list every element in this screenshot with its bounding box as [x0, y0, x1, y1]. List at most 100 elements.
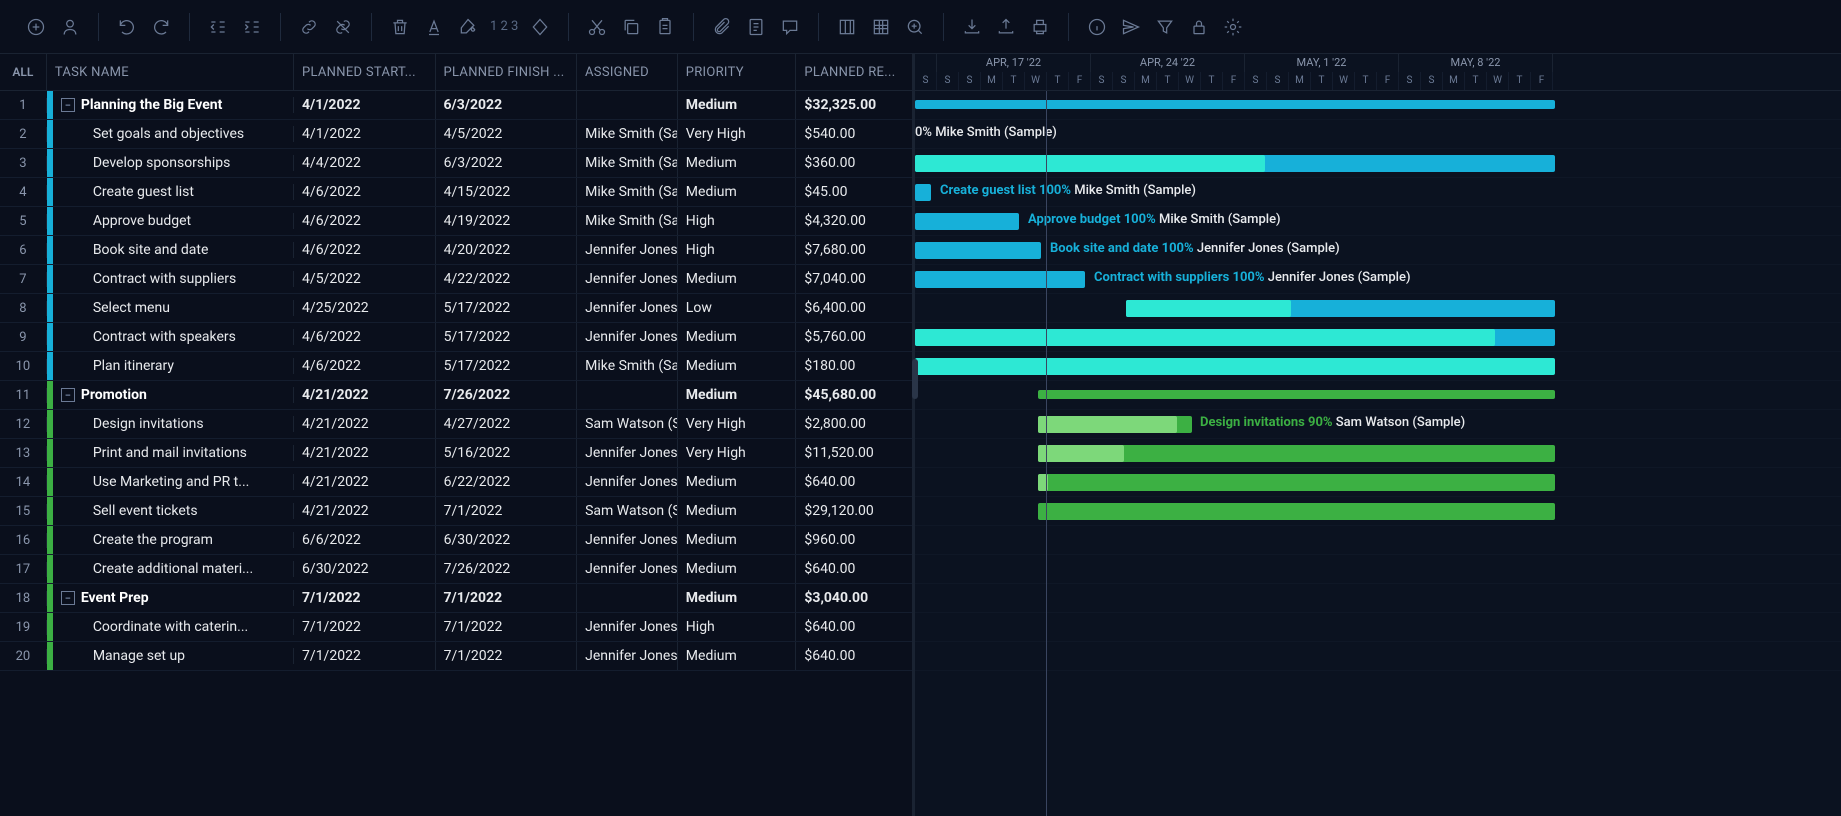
table-row[interactable]: 2Set goals and objectives4/1/20224/5/202…: [0, 120, 912, 149]
gantt-row[interactable]: 0% Mike Smith (Sample): [915, 120, 1841, 149]
table-row[interactable]: 9Contract with speakers4/6/20225/17/2022…: [0, 323, 912, 352]
timeline-week[interactable]: MAY, 8 '22: [1399, 54, 1553, 72]
cell-re[interactable]: $5,760.00: [796, 323, 912, 351]
cell-as[interactable]: [577, 91, 678, 119]
redo-icon[interactable]: [145, 11, 177, 43]
gantt-row[interactable]: Book site and date 100% Jennifer Jones (…: [915, 236, 1841, 265]
info-icon[interactable]: [1081, 11, 1113, 43]
task-name-cell[interactable]: Set goals and objectives: [53, 126, 294, 142]
gantt-row[interactable]: [915, 584, 1841, 613]
table-row[interactable]: 14Use Marketing and PR t...4/21/20226/22…: [0, 468, 912, 497]
cell-pf[interactable]: 5/16/2022: [436, 439, 578, 467]
table-row[interactable]: 4Create guest list4/6/20224/15/2022Mike …: [0, 178, 912, 207]
gantt-row[interactable]: [915, 381, 1841, 410]
cell-ps[interactable]: 7/1/2022: [294, 584, 436, 612]
cell-as[interactable]: Jennifer Jones: [577, 555, 678, 583]
task-name-cell[interactable]: Contract with suppliers: [53, 271, 294, 287]
cell-pr[interactable]: Low: [678, 294, 797, 322]
gantt-row[interactable]: [915, 149, 1841, 178]
outdent-icon[interactable]: [202, 11, 234, 43]
task-name-cell[interactable]: Book site and date: [53, 242, 294, 258]
cell-re[interactable]: $7,680.00: [796, 236, 912, 264]
cell-pf[interactable]: 5/17/2022: [436, 323, 578, 351]
task-name-cell[interactable]: Create additional materi...: [53, 561, 294, 577]
table-row[interactable]: 12Design invitations4/21/20224/27/2022Sa…: [0, 410, 912, 439]
cell-pf[interactable]: 4/19/2022: [436, 207, 578, 235]
gantt-row[interactable]: [915, 439, 1841, 468]
comment-icon[interactable]: [774, 11, 806, 43]
table-row[interactable]: 8Select menu4/25/20225/17/2022Jennifer J…: [0, 294, 912, 323]
unlink-icon[interactable]: [327, 11, 359, 43]
number-format-label[interactable]: 1 2 3: [490, 19, 518, 34]
cell-re[interactable]: $7,040.00: [796, 265, 912, 293]
cell-re[interactable]: $3,040.00: [796, 584, 912, 612]
gantt-bar[interactable]: [915, 271, 1085, 288]
cell-pr[interactable]: Medium: [678, 91, 797, 119]
column-task-name[interactable]: TASK NAME: [47, 54, 294, 90]
column-all[interactable]: ALL: [0, 54, 47, 90]
columns-icon[interactable]: [831, 11, 863, 43]
gantt-row[interactable]: [915, 352, 1841, 381]
cell-pf[interactable]: 4/20/2022: [436, 236, 578, 264]
cell-as[interactable]: Jennifer Jones: [577, 236, 678, 264]
cell-ps[interactable]: 4/1/2022: [294, 120, 436, 148]
cell-ps[interactable]: 4/21/2022: [294, 497, 436, 525]
cell-re[interactable]: $29,120.00: [796, 497, 912, 525]
cell-re[interactable]: $640.00: [796, 555, 912, 583]
task-name-cell[interactable]: Sell event tickets: [53, 503, 294, 519]
cell-as[interactable]: [577, 584, 678, 612]
cell-pf[interactable]: 6/22/2022: [436, 468, 578, 496]
cell-pr[interactable]: Medium: [678, 642, 797, 670]
gantt-row[interactable]: [915, 613, 1841, 642]
cell-pf[interactable]: 4/27/2022: [436, 410, 578, 438]
cell-pf[interactable]: 5/17/2022: [436, 294, 578, 322]
cell-pr[interactable]: Medium: [678, 381, 797, 409]
diamond-icon[interactable]: [524, 11, 556, 43]
cell-as[interactable]: Jennifer Jones: [577, 294, 678, 322]
gantt-row[interactable]: [915, 526, 1841, 555]
cell-pf[interactable]: 5/17/2022: [436, 352, 578, 380]
cell-pf[interactable]: 4/15/2022: [436, 178, 578, 206]
cell-pr[interactable]: Very High: [678, 120, 797, 148]
cell-re[interactable]: $6,400.00: [796, 294, 912, 322]
upload-icon[interactable]: [990, 11, 1022, 43]
cell-ps[interactable]: 4/6/2022: [294, 207, 436, 235]
table-row[interactable]: 10Plan itinerary4/6/20225/17/2022Mike Sm…: [0, 352, 912, 381]
cell-pr[interactable]: Medium: [678, 149, 797, 177]
cell-re[interactable]: $640.00: [796, 468, 912, 496]
indent-icon[interactable]: [236, 11, 268, 43]
task-name-cell[interactable]: Create guest list: [53, 184, 294, 200]
cell-pr[interactable]: High: [678, 236, 797, 264]
gantt-row[interactable]: Design invitations 90% Sam Watson (Sampl…: [915, 410, 1841, 439]
cell-as[interactable]: Mike Smith (Sa: [577, 149, 678, 177]
grid-icon[interactable]: [865, 11, 897, 43]
cell-as[interactable]: Mike Smith (Sa: [577, 352, 678, 380]
cell-pr[interactable]: Medium: [678, 584, 797, 612]
cell-as[interactable]: Jennifer Jones: [577, 265, 678, 293]
gantt-row[interactable]: [915, 642, 1841, 671]
cell-as[interactable]: Jennifer Jones: [577, 323, 678, 351]
table-row[interactable]: 3Develop sponsorships4/4/20226/3/2022Mik…: [0, 149, 912, 178]
undo-icon[interactable]: [111, 11, 143, 43]
gantt-row[interactable]: [915, 555, 1841, 584]
table-row[interactable]: 6Book site and date4/6/20224/20/2022Jenn…: [0, 236, 912, 265]
task-name-cell[interactable]: Select menu: [53, 300, 294, 316]
cell-pf[interactable]: 7/26/2022: [436, 381, 578, 409]
cell-as[interactable]: Jennifer Jones: [577, 613, 678, 641]
cell-as[interactable]: Jennifer Jones: [577, 439, 678, 467]
cell-as[interactable]: Jennifer Jones: [577, 642, 678, 670]
cell-re[interactable]: $640.00: [796, 642, 912, 670]
gantt-bar[interactable]: [915, 358, 1555, 375]
attachment-icon[interactable]: [706, 11, 738, 43]
cell-pr[interactable]: Medium: [678, 265, 797, 293]
table-row[interactable]: 18−Event Prep7/1/20227/1/2022Medium$3,04…: [0, 584, 912, 613]
timeline-week[interactable]: APR, 24 '22: [1091, 54, 1245, 72]
cell-as[interactable]: Mike Smith (Sa: [577, 178, 678, 206]
cell-ps[interactable]: 4/4/2022: [294, 149, 436, 177]
gantt-row[interactable]: [915, 294, 1841, 323]
cell-pr[interactable]: High: [678, 613, 797, 641]
cell-as[interactable]: Sam Watson (S: [577, 497, 678, 525]
table-row[interactable]: 1−Planning the Big Event4/1/20226/3/2022…: [0, 91, 912, 120]
column-planned-finish[interactable]: PLANNED FINISH ...: [436, 54, 578, 90]
gantt-bar[interactable]: [1038, 474, 1555, 491]
